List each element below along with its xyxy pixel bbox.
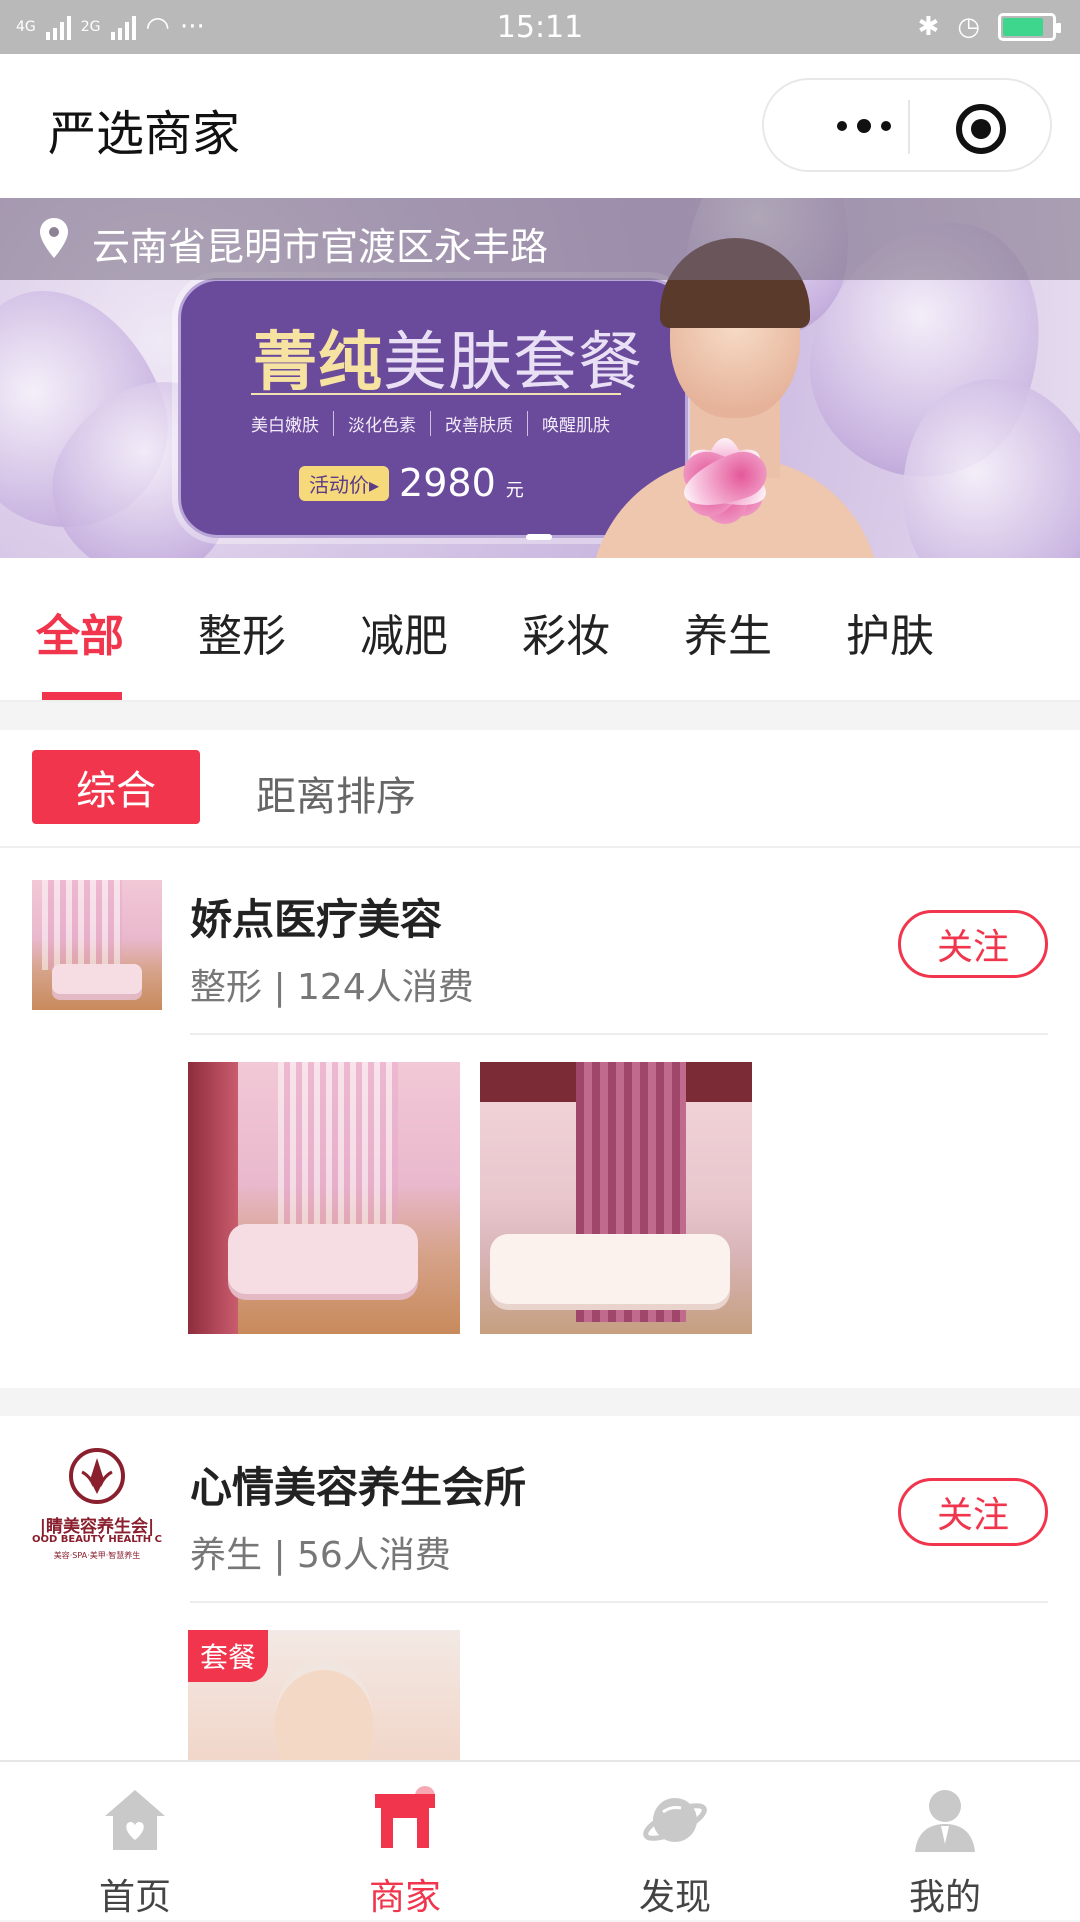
nav-discover[interactable]: 发现 xyxy=(540,1762,810,1922)
shop-card[interactable]: |睛美容养生会| OOD BEAUTY HEALTH CL 美容·SPA·美甲·… xyxy=(0,1416,1080,1760)
nav-me[interactable]: 我的 xyxy=(810,1762,1080,1922)
location-text: 云南省昆明市官渡区永丰路 xyxy=(92,225,549,269)
drape-decor xyxy=(188,1062,238,1334)
shop-photo[interactable]: 套餐 xyxy=(188,1630,460,1760)
shop-thumbnail[interactable] xyxy=(32,880,162,1010)
bottom-nav: 首页 商家 发现 我的 xyxy=(0,1760,1080,1920)
battery-icon xyxy=(998,13,1061,41)
card-divider xyxy=(190,1033,1048,1035)
card-divider xyxy=(190,1601,1048,1603)
location-bar[interactable]: 云南省昆明市官渡区永丰路 xyxy=(0,198,1080,280)
nav-home[interactable]: 首页 xyxy=(0,1762,270,1922)
model-portrait xyxy=(560,238,900,558)
tab-wellness[interactable]: 养生 xyxy=(684,600,772,664)
shop-card[interactable]: 娇点医疗美容 整形 | 124人消费 关注 xyxy=(0,848,1080,1388)
tab-weight-loss[interactable]: 减肥 xyxy=(360,600,448,664)
sort-comprehensive-button[interactable]: 综合 xyxy=(32,750,200,824)
miniprogram-capsule xyxy=(762,78,1052,172)
status-right: ✱ ◷ xyxy=(917,12,1061,42)
close-target-icon[interactable] xyxy=(956,104,1006,154)
price-label: 活动价▸ xyxy=(299,465,390,501)
shop-photo[interactable] xyxy=(480,1062,752,1334)
promo-banner[interactable]: 菁纯美肤套餐 美白嫩肤 淡化色素 改善肤质 唤醒肌肤 活动价▸ 2980 元 云… xyxy=(0,198,1080,558)
carousel-indicator xyxy=(526,534,552,540)
shop-photo[interactable] xyxy=(188,1062,460,1334)
logo-tagline: 美容·SPA·美甲·智慧养生 xyxy=(53,1551,141,1560)
shop-name[interactable]: 娇点医疗美容 xyxy=(190,886,442,947)
promo-tag: 改善肤质 xyxy=(430,411,527,436)
tab-skincare[interactable]: 护肤 xyxy=(846,600,934,664)
model-face-decor xyxy=(274,1660,374,1760)
promo-tag: 淡化色素 xyxy=(333,411,430,436)
shop-icon xyxy=(375,1786,435,1848)
tab-plastic-surgery[interactable]: 整形 xyxy=(198,600,286,664)
shop-meta: 养生 | 56人消费 xyxy=(190,1535,451,1576)
nav-discover-label: 发现 xyxy=(638,1877,711,1918)
nav-shop[interactable]: 商家 xyxy=(270,1762,540,1922)
shop-meta: 整形 | 124人消费 xyxy=(190,967,474,1008)
user-icon xyxy=(915,1790,975,1852)
category-tabs: 全部 整形 减肥 彩妆 养生 护肤 xyxy=(0,558,1080,702)
location-pin-icon xyxy=(40,218,68,258)
price-value: 2980 xyxy=(399,461,496,505)
nav-me-label: 我的 xyxy=(908,1877,981,1918)
nav-shop-label: 商家 xyxy=(368,1877,441,1918)
follow-button[interactable]: 关注 xyxy=(898,910,1048,978)
promo-tag: 美白嫩肤 xyxy=(251,416,319,436)
title-bar: 严选商家 xyxy=(0,54,1080,198)
promo-title-bold: 菁纯 xyxy=(253,326,383,400)
tab-all[interactable]: 全部 xyxy=(36,600,124,664)
package-badge: 套餐 xyxy=(188,1630,269,1682)
status-bar: 4G 2G ◠ ··· 15:11 ✱ ◷ xyxy=(0,0,1080,54)
home-icon xyxy=(105,1790,165,1850)
capsule-divider xyxy=(908,100,910,154)
alarm-icon: ◷ xyxy=(957,12,980,42)
tab-makeup[interactable]: 彩妆 xyxy=(522,600,610,664)
sort-bar: 综合 距离排序 xyxy=(0,730,1080,848)
nav-home-label: 首页 xyxy=(98,1877,171,1918)
price-unit: 元 xyxy=(505,480,524,501)
shop-logo[interactable]: |睛美容养生会| OOD BEAUTY HEALTH CL 美容·SPA·美甲·… xyxy=(32,1446,162,1576)
promo-price: 活动价▸ 2980 元 xyxy=(299,461,524,505)
shop-name[interactable]: 心情美容养生会所 xyxy=(190,1454,526,1515)
sort-distance-button[interactable]: 距离排序 xyxy=(256,764,416,822)
lily-flower-decor xyxy=(660,428,790,548)
logo-subtext: OOD BEAUTY HEALTH CL xyxy=(32,1534,162,1545)
active-tab-indicator xyxy=(42,692,122,700)
follow-button[interactable]: 关注 xyxy=(898,1478,1048,1546)
bluetooth-icon: ✱ xyxy=(917,12,940,42)
more-menu-icon[interactable] xyxy=(804,108,924,144)
planet-icon xyxy=(643,1798,707,1842)
page-title: 严选商家 xyxy=(48,106,241,162)
